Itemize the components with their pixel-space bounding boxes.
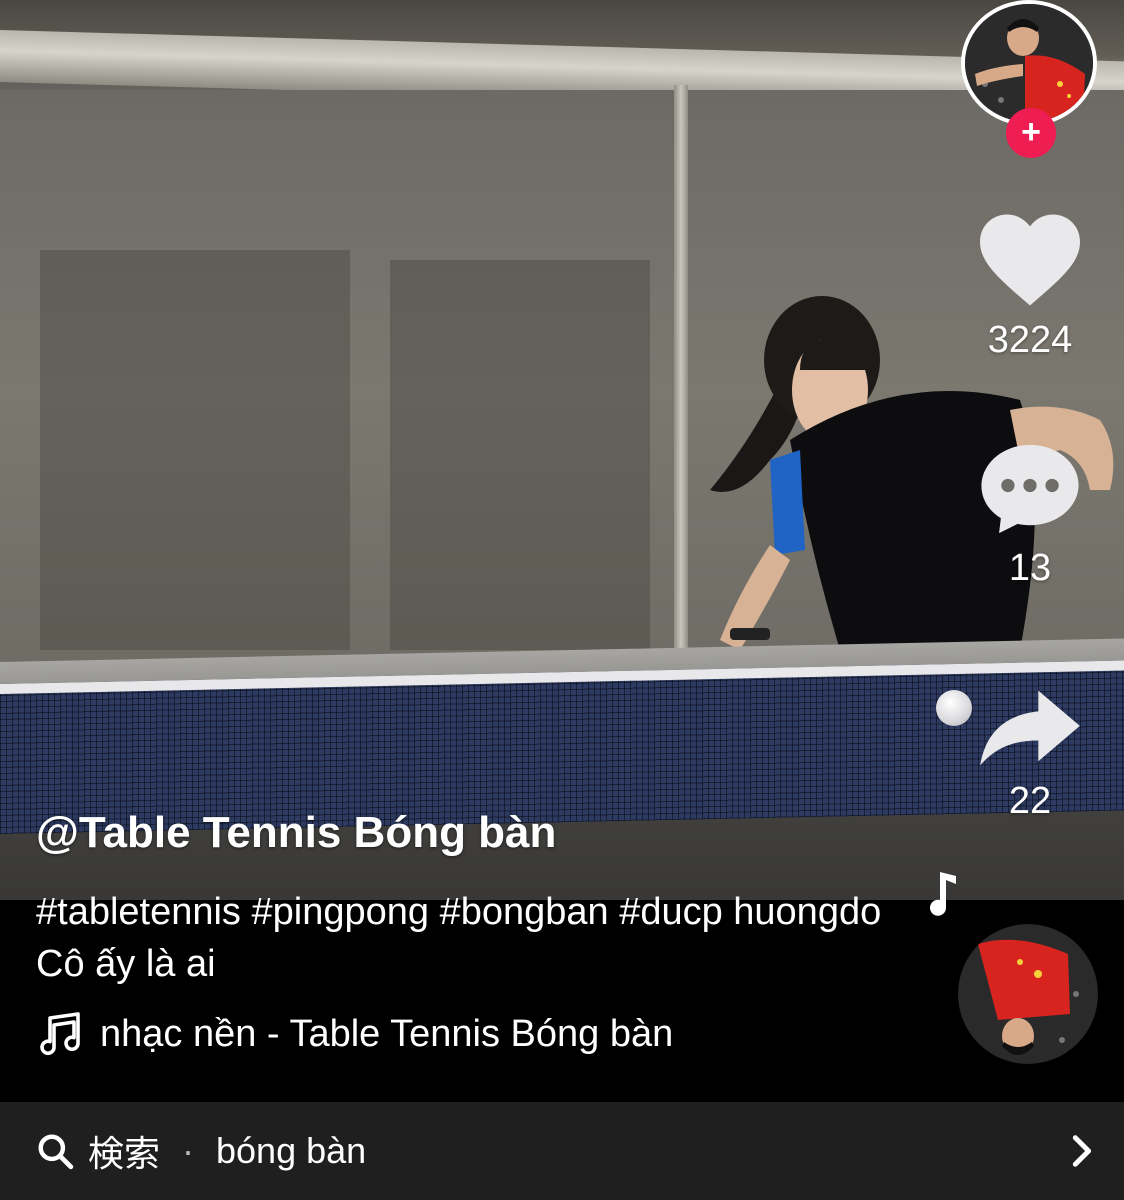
- chevron-right-icon: [1072, 1135, 1092, 1167]
- music-note-icon: [930, 872, 956, 916]
- like-button[interactable]: 3224: [970, 210, 1090, 362]
- search-query: bóng bàn: [216, 1130, 367, 1171]
- video-shadow: [390, 260, 650, 650]
- search-separator: ·: [182, 1130, 195, 1171]
- post-caption[interactable]: #tabletennis #pingpong #bongban #ducp hu…: [36, 886, 936, 990]
- creator-username[interactable]: @Table Tennis Bóng bàn: [36, 808, 556, 858]
- video-ball: [936, 690, 972, 726]
- heart-icon: [980, 214, 1080, 306]
- search-bar-content: 検索 · bóng bàn: [0, 1125, 366, 1177]
- music-disc[interactable]: [958, 924, 1098, 1064]
- music-title: nhạc nền - Table Tennis Bóng bàn: [100, 1012, 674, 1055]
- floating-music-note-icon: [928, 868, 958, 927]
- share-icon: [980, 690, 1080, 766]
- comment-button[interactable]: 13: [970, 440, 1090, 590]
- like-count: 3224: [987, 319, 1073, 361]
- search-bar[interactable]: 検索 · bóng bàn: [0, 1102, 1124, 1200]
- follow-button[interactable]: +: [1006, 108, 1056, 158]
- video-shadow: [40, 250, 350, 650]
- share-count: 22: [1008, 780, 1052, 822]
- music-info[interactable]: nhạc nền - Table Tennis Bóng bàn: [36, 1012, 673, 1056]
- comment-count: 13: [1008, 547, 1052, 589]
- search-label: 検索: [88, 1133, 161, 1174]
- music-note-icon: [40, 1012, 80, 1056]
- avatar-image: [965, 4, 1093, 122]
- comment-icon: [981, 444, 1079, 534]
- video-window-mullion: [674, 85, 688, 665]
- search-icon: [38, 1134, 74, 1170]
- music-disc-image: [958, 924, 1098, 1064]
- share-button[interactable]: 22: [970, 685, 1090, 823]
- video-frame[interactable]: [0, 0, 1124, 900]
